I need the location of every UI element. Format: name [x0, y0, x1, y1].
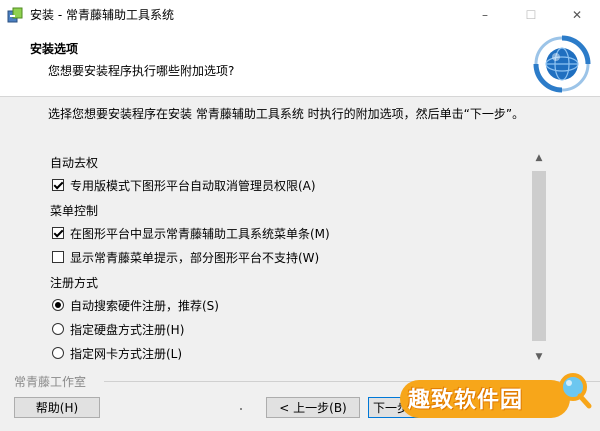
close-button[interactable]: ✕ — [554, 0, 600, 30]
option-label: 指定网卡方式注册(L) — [70, 346, 183, 361]
checkbox-checked-icon[interactable] — [52, 227, 64, 239]
maximize-button[interactable]: ☐ — [508, 0, 554, 30]
brand-label: 常青藤工作室 — [14, 375, 87, 389]
close-icon: ✕ — [571, 8, 583, 22]
scroll-up-arrow-icon[interactable]: ▲ — [530, 149, 548, 166]
installer-app-icon — [7, 7, 23, 23]
page-subtitle: 您想要安装程序执行哪些附加选项? — [48, 64, 235, 78]
watermark-text: 趣致软件园 — [408, 387, 524, 413]
option-show-menu-bar[interactable]: 在图形平台中显示常青藤辅助工具系统菜单条(M) — [52, 222, 330, 244]
group-title: 自动去权 — [50, 155, 99, 170]
options-description: 选择您想要安装程序在安装 常青藤辅助工具系统 时执行的附加选项，然后单击“下一步… — [48, 107, 525, 121]
help-button[interactable]: 帮助(H) — [14, 397, 100, 418]
scrollbar-thumb[interactable] — [532, 171, 546, 341]
window-title: 安装 - 常青藤辅助工具系统 — [30, 8, 174, 22]
radio-unselected-icon[interactable] — [52, 323, 64, 335]
page-title: 安装选项 — [30, 42, 79, 56]
wizard-header: 安装选项 您想要安装程序执行哪些附加选项? — [0, 30, 600, 97]
magnifier-icon — [559, 373, 592, 409]
installer-globe-icon — [533, 35, 591, 93]
maximize-icon: ☐ — [525, 8, 537, 22]
checkbox-checked-icon[interactable] — [52, 179, 64, 191]
back-button[interactable]: < 上一步(B) — [266, 397, 360, 418]
minimize-button[interactable]: – — [462, 0, 508, 30]
scroll-down-arrow-icon[interactable]: ▼ — [530, 348, 548, 365]
radio-unselected-icon[interactable] — [52, 347, 64, 359]
options-list: 自动去权 专用版模式下图形平台自动取消管理员权限(A) 菜单控制 在图形平台中显… — [46, 149, 550, 365]
options-scrollbar[interactable]: ▲ ▼ — [530, 149, 548, 365]
option-auto-drop-admin[interactable]: 专用版模式下图形平台自动取消管理员权限(A) — [52, 174, 316, 196]
separator-dot — [240, 408, 242, 410]
option-register-nic[interactable]: 指定网卡方式注册(L) — [52, 342, 182, 364]
option-register-auto[interactable]: 自动搜索硬件注册，推荐(S) — [52, 294, 219, 316]
option-label: 专用版模式下图形平台自动取消管理员权限(A) — [70, 178, 316, 193]
group-title: 注册方式 — [50, 275, 99, 290]
site-watermark: 趣致软件园 — [398, 368, 598, 428]
option-label: 在图形平台中显示常青藤辅助工具系统菜单条(M) — [70, 226, 330, 241]
group-title: 菜单控制 — [50, 203, 99, 218]
minimize-icon: – — [482, 8, 488, 22]
title-bar: 安装 - 常青藤辅助工具系统 – ☐ ✕ — [0, 0, 600, 30]
option-label: 显示常青藤菜单提示，部分图形平台不支持(W) — [70, 250, 320, 265]
radio-selected-icon[interactable] — [52, 299, 64, 311]
option-show-menu-tips[interactable]: 显示常青藤菜单提示，部分图形平台不支持(W) — [52, 246, 319, 268]
installer-window: 安装 - 常青藤辅助工具系统 – ☐ ✕ 安装选项 您想要安装程序执行哪些附加选… — [0, 0, 600, 431]
option-register-harddisk[interactable]: 指定硬盘方式注册(H) — [52, 318, 184, 340]
checkbox-unchecked-icon[interactable] — [52, 251, 64, 263]
option-label: 自动搜索硬件注册，推荐(S) — [70, 298, 219, 313]
option-label: 指定硬盘方式注册(H) — [70, 322, 185, 337]
